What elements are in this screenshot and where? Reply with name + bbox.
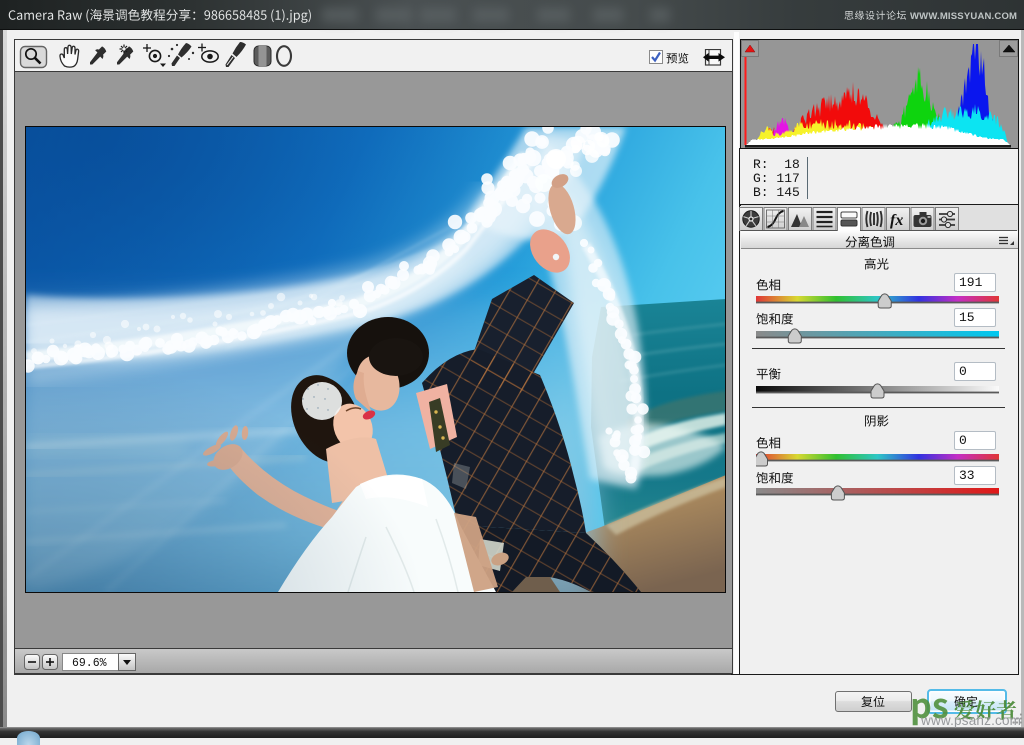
svg-text:fx: fx bbox=[890, 212, 903, 229]
svg-text:69.6%: 69.6% bbox=[72, 657, 107, 670]
